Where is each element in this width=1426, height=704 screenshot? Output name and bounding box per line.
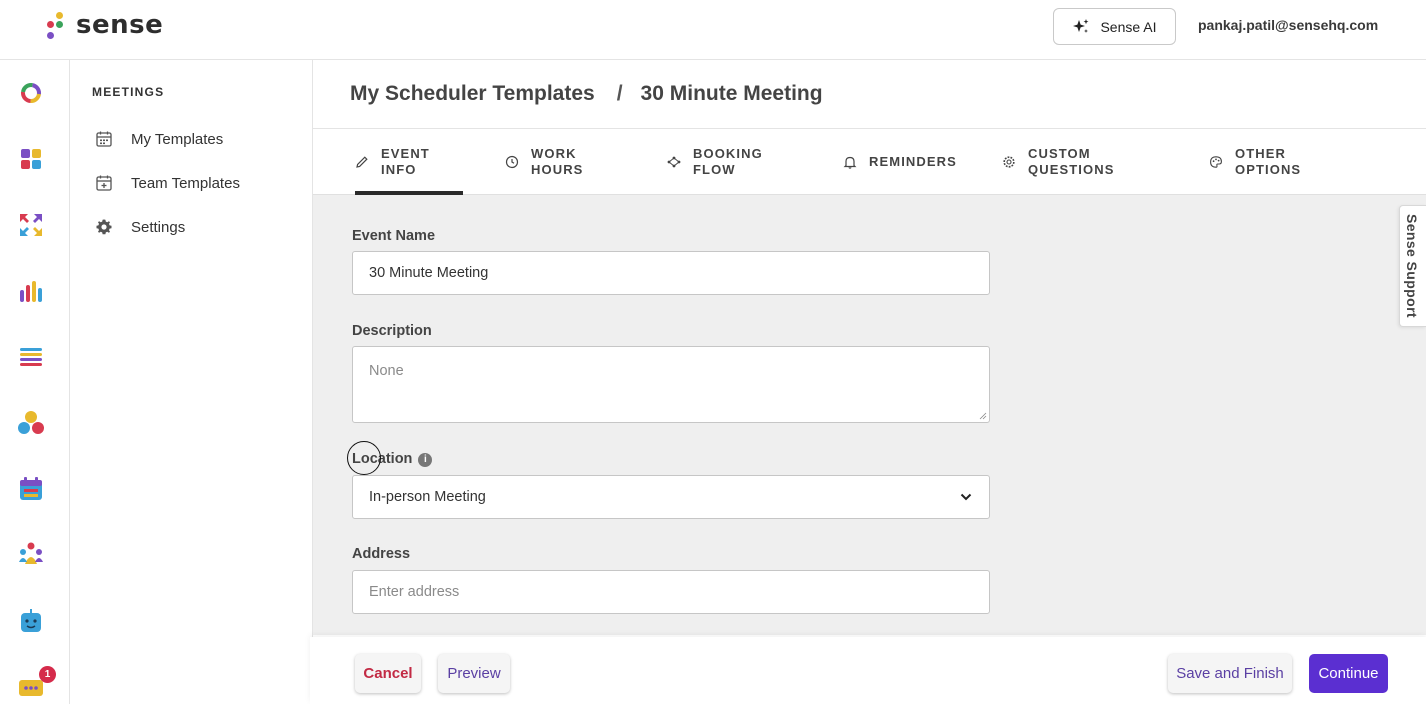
tab-label-line2: INFO <box>381 162 417 177</box>
calendar-icon[interactable] <box>17 475 45 503</box>
sense-support-tab[interactable]: Sense Support <box>1399 205 1426 327</box>
chat-notification-badge: 1 <box>39 666 56 683</box>
location-select[interactable]: In-person Meeting <box>352 475 990 519</box>
save-and-finish-button[interactable]: Save and Finish <box>1168 654 1292 693</box>
tab-work-hours[interactable]: WORK HOURS <box>505 129 583 195</box>
top-bar: sense Sense AI pankaj.patil@sensehq.com <box>0 0 1426 60</box>
tab-label-line1: OTHER <box>1235 146 1286 161</box>
form-footer: Cancel Preview Save and Finish Continue <box>310 637 1426 704</box>
cancel-button[interactable]: Cancel <box>355 654 421 693</box>
calendar-icon <box>96 131 112 147</box>
gear-icon <box>1003 156 1015 168</box>
breadcrumb-separator: / <box>616 82 623 105</box>
lists-icon[interactable] <box>17 343 45 371</box>
address-label: Address <box>352 546 411 562</box>
sense-logo[interactable]: sense <box>44 8 163 42</box>
people-bubbles-icon[interactable] <box>17 409 45 437</box>
address-placeholder: Enter address <box>369 584 460 600</box>
clock-icon <box>505 155 519 169</box>
sidebar-item-my-templates[interactable]: My Templates <box>95 127 223 151</box>
sidebar-item-label: Settings <box>131 218 186 236</box>
page-header: My Scheduler Templates / 30 Minute Meeting <box>313 60 1426 129</box>
sidebar-heading: MEETINGS <box>92 85 165 99</box>
analytics-icon[interactable] <box>17 278 45 306</box>
description-placeholder: None <box>369 363 404 379</box>
tab-label-line1: BOOKING <box>693 146 763 161</box>
location-selected-value: In-person Meeting <box>369 489 486 505</box>
continue-button[interactable]: Continue <box>1309 654 1388 693</box>
logo-dots <box>44 9 68 41</box>
description-textarea[interactable]: None <box>352 346 990 423</box>
chevron-down-icon <box>960 493 972 501</box>
tab-reminders[interactable]: REMINDERS <box>843 129 957 195</box>
support-tab-label: Sense Support <box>1404 214 1420 318</box>
pencil-icon <box>356 156 368 168</box>
dashboard-ring-icon[interactable] <box>17 79 45 107</box>
sparkle-icon <box>1073 18 1089 33</box>
sense-ai-label: Sense AI <box>1100 18 1157 35</box>
sidebar-item-team-templates[interactable]: Team Templates <box>95 171 240 195</box>
tab-label-line2: OPTIONS <box>1235 162 1302 177</box>
breadcrumb-parent[interactable]: My Scheduler Templates <box>350 82 595 105</box>
breadcrumb: My Scheduler Templates / 30 Minute Meeting <box>350 82 823 106</box>
apps-grid-icon[interactable] <box>17 145 45 173</box>
info-icon[interactable]: i <box>418 452 433 467</box>
bell-icon <box>843 156 857 169</box>
event-name-value: 30 Minute Meeting <box>369 265 489 281</box>
event-info-form: Event Name 30 Minute Meeting Description… <box>313 195 1426 635</box>
sidebar-item-label: Team Templates <box>131 174 240 192</box>
breadcrumb-current: 30 Minute Meeting <box>640 82 823 105</box>
event-name-input[interactable]: 30 Minute Meeting <box>352 251 990 295</box>
tab-label-line1: CUSTOM <box>1028 146 1091 161</box>
preview-button[interactable]: Preview <box>438 654 510 693</box>
sense-ai-button[interactable]: Sense AI <box>1053 8 1176 45</box>
tab-other-options[interactable]: OTHER OPTIONS <box>1209 129 1301 195</box>
tab-label-line2: QUESTIONS <box>1028 162 1115 177</box>
palette-icon <box>1210 156 1222 168</box>
user-email[interactable]: pankaj.patil@sensehq.com <box>1198 17 1378 33</box>
bot-icon[interactable] <box>17 607 45 635</box>
tab-label-line2: FLOW <box>693 162 736 177</box>
resize-grip-icon[interactable] <box>979 412 987 420</box>
gear-icon <box>96 219 112 235</box>
cursor-indicator <box>347 441 381 475</box>
tab-booking-flow[interactable]: BOOKING FLOW <box>667 129 763 195</box>
description-label: Description <box>352 323 432 339</box>
sidebar-item-settings[interactable]: Settings <box>95 215 185 239</box>
event-name-label: Event Name <box>352 228 436 244</box>
tab-event-info[interactable]: EVENT INFO <box>355 129 430 195</box>
tab-custom-questions[interactable]: CUSTOM QUESTIONS <box>1002 129 1114 195</box>
tab-label-line1: EVENT <box>381 146 430 161</box>
template-tabs: EVENT INFO WORK HOURS BOOKING FLOW REMINDER… <box>313 129 1426 195</box>
sidebar-item-label: My Templates <box>131 130 224 148</box>
arrows-icon[interactable] <box>17 211 45 239</box>
app-rail <box>0 60 70 704</box>
meetings-sidebar: MEETINGS My Templates Team Templates Set… <box>70 60 313 704</box>
community-icon[interactable] <box>17 540 45 568</box>
tab-label-line1: WORK <box>531 146 577 161</box>
tab-label-line2: HOURS <box>531 162 584 177</box>
flow-icon <box>667 156 681 168</box>
calendar-plus-icon <box>96 175 112 191</box>
tab-label-line1: REMINDERS <box>869 154 957 169</box>
address-input[interactable]: Enter address <box>352 570 990 614</box>
logo-text: sense <box>76 10 164 40</box>
